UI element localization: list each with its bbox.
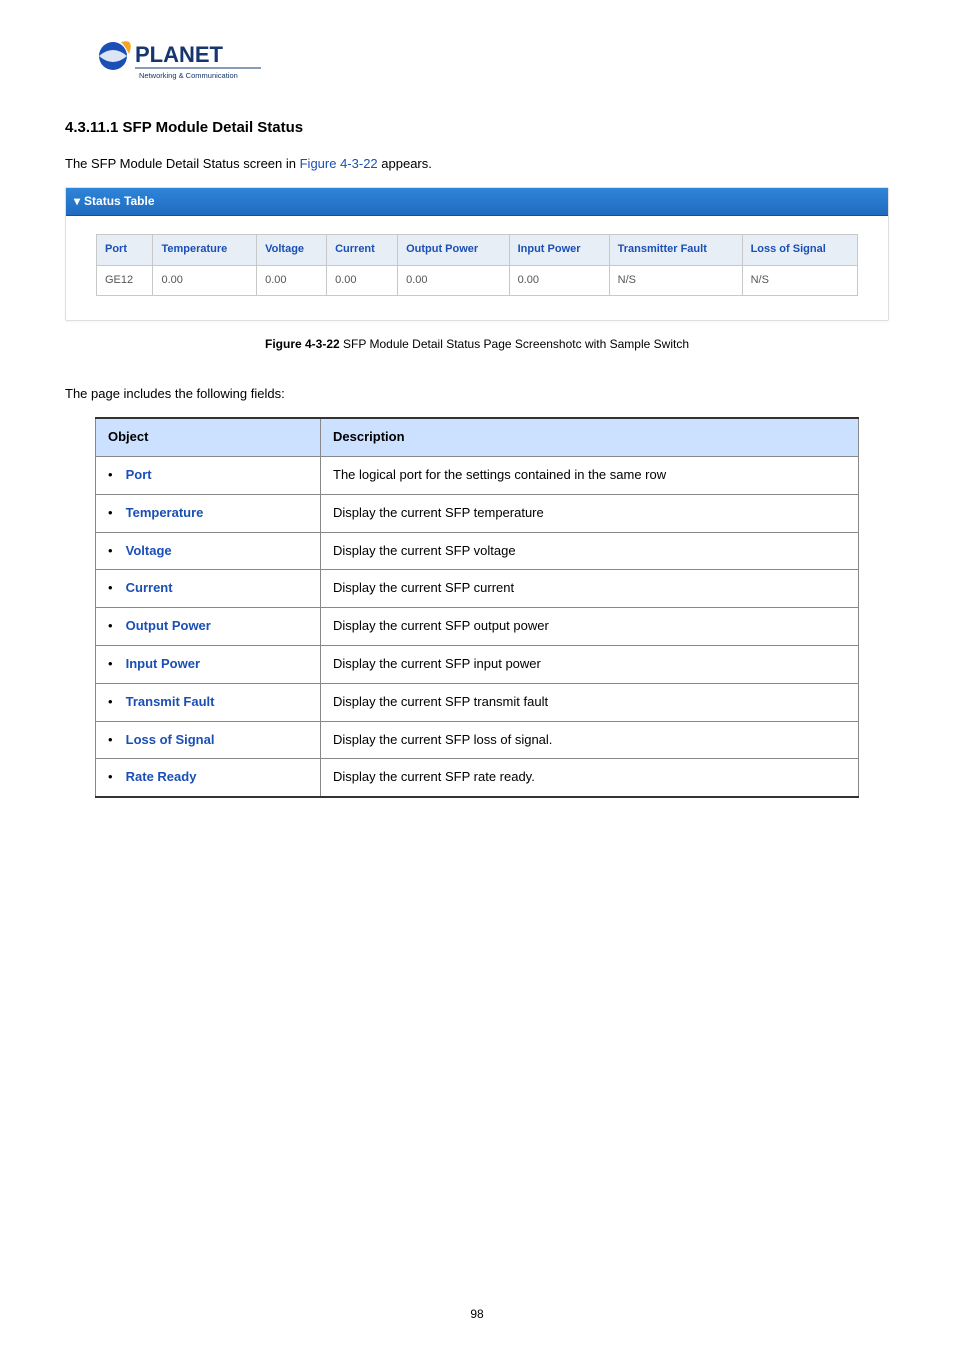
cell-input-power: 0.00 [509, 265, 609, 296]
chevron-down-icon: ▾ [74, 192, 80, 211]
col-port: Port [97, 234, 153, 265]
col-input-power: Input Power [509, 234, 609, 265]
object-description: Display the current SFP output power [321, 608, 859, 646]
status-table: Port Temperature Voltage Current Output … [96, 234, 858, 296]
header-description: Description [321, 418, 859, 456]
desc-row: • Loss of Signal Display the current SFP … [96, 721, 859, 759]
object-description: Display the current SFP input power [321, 645, 859, 683]
desc-row: • Rate Ready Display the current SFP rate… [96, 759, 859, 797]
desc-row: • Output Power Display the current SFP ou… [96, 608, 859, 646]
figure-caption: Figure 4-3-22 SFP Module Detail Status P… [65, 335, 889, 354]
page-number: 98 [0, 1305, 954, 1324]
figure-label: Figure 4-3-22 [265, 337, 340, 351]
bullet-icon: • [108, 767, 122, 788]
brand-name: PLANET [135, 42, 224, 67]
description-table: Object Description • Port The logical por… [95, 417, 859, 798]
col-transmitter-fault: Transmitter Fault [609, 234, 742, 265]
bullet-icon: • [108, 578, 122, 599]
header-object: Object [96, 418, 321, 456]
object-name: Rate Ready [126, 769, 197, 784]
object-name: Port [126, 467, 152, 482]
object-description: Display the current SFP transmit fault [321, 683, 859, 721]
intro-text-after: appears. [378, 156, 432, 171]
intro-paragraph: The SFP Module Detail Status screen in F… [65, 154, 889, 175]
cell-temperature: 0.00 [153, 265, 257, 296]
desc-row: • Input Power Display the current SFP inp… [96, 645, 859, 683]
bullet-icon: • [108, 465, 122, 486]
panel-title: Status Table [84, 194, 154, 208]
object-name: Input Power [126, 656, 200, 671]
cell-transmitter-fault: N/S [609, 265, 742, 296]
status-header-row: Port Temperature Voltage Current Output … [97, 234, 858, 265]
bullet-icon: • [108, 692, 122, 713]
cell-output-power: 0.00 [398, 265, 510, 296]
desc-row: • Temperature Display the current SFP tem… [96, 494, 859, 532]
panel-header[interactable]: ▾ Status Table [66, 188, 888, 216]
object-description: Display the current SFP rate ready. [321, 759, 859, 797]
object-name: Current [126, 580, 173, 595]
object-name: Temperature [126, 505, 204, 520]
object-description: Display the current SFP loss of signal. [321, 721, 859, 759]
col-loss-of-signal: Loss of Signal [742, 234, 857, 265]
desc-row: • Current Display the current SFP current [96, 570, 859, 608]
cell-loss-of-signal: N/S [742, 265, 857, 296]
object-description: Display the current SFP voltage [321, 532, 859, 570]
cell-port: GE12 [97, 265, 153, 296]
bullet-icon: • [108, 654, 122, 675]
brand-tagline: Networking & Communication [139, 71, 238, 80]
object-name: Transmit Fault [126, 694, 215, 709]
bullet-icon: • [108, 730, 122, 751]
figure-cross-reference[interactable]: Figure 4-3-22 [300, 156, 378, 171]
intro-text-before: The SFP Module Detail Status screen in [65, 156, 300, 171]
desc-row: • Voltage Display the current SFP voltage [96, 532, 859, 570]
object-description: The logical port for the settings contai… [321, 456, 859, 494]
bullet-icon: • [108, 503, 122, 524]
bullet-icon: • [108, 541, 122, 562]
desc-row: • Transmit Fault Display the current SFP … [96, 683, 859, 721]
bullet-icon: • [108, 616, 122, 637]
cell-voltage: 0.00 [257, 265, 327, 296]
figure-caption-text: SFP Module Detail Status Page Screenshot… [340, 337, 689, 351]
object-name: Output Power [126, 618, 211, 633]
status-row: GE12 0.00 0.00 0.00 0.00 0.00 N/S N/S [97, 265, 858, 296]
cell-current: 0.00 [327, 265, 398, 296]
col-voltage: Voltage [257, 234, 327, 265]
section-heading: 4.3.11.1 SFP Module Detail Status [65, 116, 889, 140]
col-current: Current [327, 234, 398, 265]
status-table-screenshot: ▾ Status Table Port Temperature Voltage C… [65, 187, 889, 321]
desc-row: • Port The logical port for the settings … [96, 456, 859, 494]
object-name: Voltage [126, 543, 172, 558]
object-name: Loss of Signal [126, 732, 215, 747]
fields-intro: The page includes the following fields: [65, 384, 889, 405]
col-output-power: Output Power [398, 234, 510, 265]
object-description: Display the current SFP current [321, 570, 859, 608]
col-temperature: Temperature [153, 234, 257, 265]
brand-logo: PLANET Networking & Communication [95, 34, 889, 92]
object-description: Display the current SFP temperature [321, 494, 859, 532]
